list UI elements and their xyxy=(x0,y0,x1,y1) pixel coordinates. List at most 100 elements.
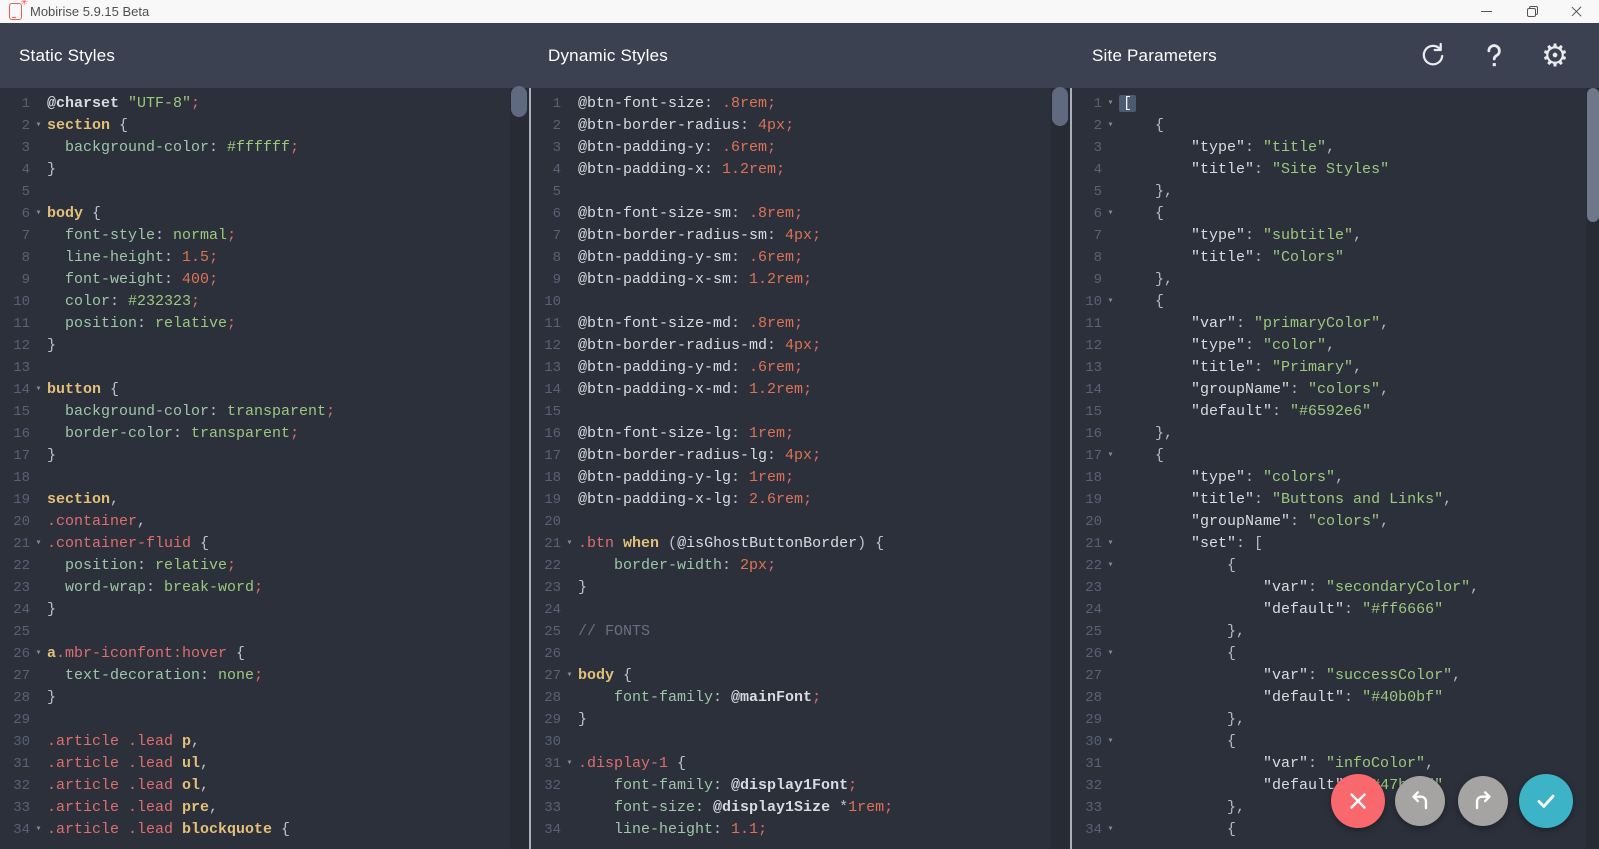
line-number: 20 xyxy=(531,511,561,533)
code-text: color: #232323; xyxy=(47,291,200,313)
code-line: 16@btn-font-size-lg: 1rem; xyxy=(531,423,1070,445)
fold-gutter xyxy=(1102,753,1119,775)
site-parameters-code[interactable]: 1▾[2▾ {3 "type": "title",4 "title": "Sit… xyxy=(1072,93,1599,841)
fold-gutter xyxy=(1102,709,1119,731)
code-text: .article .lead ol, xyxy=(47,775,209,797)
scrollbar-thumb-parameters[interactable] xyxy=(1587,88,1599,222)
cancel-button[interactable] xyxy=(1331,774,1385,828)
help-icon[interactable] xyxy=(1479,41,1509,71)
fold-marker[interactable]: ▾ xyxy=(1102,643,1119,665)
fold-marker[interactable]: ▾ xyxy=(1102,115,1119,137)
code-line: 33 font-size: @display1Size *1rem; xyxy=(531,797,1070,819)
titlebar: Mobirise 5.9.15 Beta xyxy=(0,0,1599,23)
site-parameters-editor[interactable]: 1▾[2▾ {3 "type": "title",4 "title": "Sit… xyxy=(1072,88,1599,849)
code-line: 11 "var": "primaryColor", xyxy=(1072,313,1599,335)
fold-gutter xyxy=(561,225,578,247)
restore-button[interactable] xyxy=(1509,0,1554,23)
code-text: "type": "colors", xyxy=(1119,467,1344,489)
line-number: 13 xyxy=(1072,357,1102,379)
fold-gutter xyxy=(30,753,47,775)
fold-gutter xyxy=(30,313,47,335)
fold-gutter xyxy=(30,621,47,643)
code-text: .article .lead ul, xyxy=(47,753,209,775)
redo-button[interactable] xyxy=(1458,776,1508,826)
line-number: 31 xyxy=(1072,753,1102,775)
fold-marker[interactable]: ▾ xyxy=(30,819,47,841)
code-line: 15 xyxy=(531,401,1070,423)
code-line: 24 "default": "#ff6666" xyxy=(1072,599,1599,621)
code-text: @btn-border-radius-md: 4px; xyxy=(578,335,821,357)
code-line: 18 xyxy=(0,467,529,489)
code-text: "default": "#40b0bf" xyxy=(1119,687,1443,709)
dynamic-styles-editor[interactable]: 1@btn-font-size: .8rem;2@btn-border-radi… xyxy=(531,88,1070,849)
line-number: 32 xyxy=(1072,775,1102,797)
code-line: 12@btn-border-radius-md: 4px; xyxy=(531,335,1070,357)
code-line: 13@btn-padding-y-md: .6rem; xyxy=(531,357,1070,379)
code-line: 31 "var": "infoColor", xyxy=(1072,753,1599,775)
code-text: @btn-padding-x-md: 1.2rem; xyxy=(578,379,812,401)
code-line: 10▾ { xyxy=(1072,291,1599,313)
fold-gutter xyxy=(1102,401,1119,423)
fold-marker[interactable]: ▾ xyxy=(1102,445,1119,467)
code-text: font-family: @mainFont; xyxy=(578,687,821,709)
static-styles-code[interactable]: 1@charset "UTF-8";2▾section {3 backgroun… xyxy=(0,93,529,841)
dynamic-styles-code[interactable]: 1@btn-font-size: .8rem;2@btn-border-radi… xyxy=(531,93,1070,841)
fold-marker[interactable]: ▾ xyxy=(30,203,47,225)
static-styles-editor[interactable]: 1@charset "UTF-8";2▾section {3 backgroun… xyxy=(0,88,529,849)
line-number: 27 xyxy=(1072,665,1102,687)
line-number: 33 xyxy=(0,797,30,819)
code-line: 16 }, xyxy=(1072,423,1599,445)
restore-icon xyxy=(1527,7,1537,17)
code-text: } xyxy=(47,687,56,709)
code-text: @btn-padding-x: 1.2rem; xyxy=(578,159,785,181)
fold-gutter xyxy=(561,511,578,533)
fold-marker[interactable]: ▾ xyxy=(1102,203,1119,225)
fold-marker[interactable]: ▾ xyxy=(1102,819,1119,841)
fold-gutter xyxy=(30,247,47,269)
code-text: }, xyxy=(1119,181,1173,203)
line-number: 16 xyxy=(1072,423,1102,445)
fold-gutter xyxy=(561,797,578,819)
code-line: 29 xyxy=(0,709,529,731)
line-number: 25 xyxy=(1072,621,1102,643)
code-line: 28 font-family: @mainFont; xyxy=(531,687,1070,709)
fold-marker[interactable]: ▾ xyxy=(561,753,578,775)
code-text: font-size: @display1Size *1rem; xyxy=(578,797,893,819)
fold-marker[interactable]: ▾ xyxy=(30,533,47,555)
fold-gutter xyxy=(1102,159,1119,181)
fold-marker[interactable]: ▾ xyxy=(30,643,47,665)
scrollbar-thumb-static[interactable] xyxy=(511,86,527,117)
app-title: Mobirise 5.9.15 Beta xyxy=(30,4,149,19)
fold-gutter xyxy=(1102,181,1119,203)
line-number: 22 xyxy=(531,555,561,577)
code-text: { xyxy=(1119,819,1236,841)
fold-marker[interactable]: ▾ xyxy=(1102,291,1119,313)
settings-gear-icon[interactable]: ⚙ xyxy=(1540,41,1570,71)
fold-marker[interactable]: ▾ xyxy=(561,533,578,555)
fold-gutter xyxy=(1102,621,1119,643)
minimize-button[interactable] xyxy=(1464,0,1509,23)
line-number: 12 xyxy=(0,335,30,357)
line-number: 19 xyxy=(0,489,30,511)
fold-gutter xyxy=(561,445,578,467)
close-button[interactable] xyxy=(1554,0,1599,23)
code-line: 22 position: relative; xyxy=(0,555,529,577)
line-number: 11 xyxy=(0,313,30,335)
undo-button[interactable] xyxy=(1395,776,1445,826)
line-number: 16 xyxy=(0,423,30,445)
scrollbar-thumb-dynamic[interactable] xyxy=(1052,87,1068,126)
apply-button[interactable] xyxy=(1519,774,1573,828)
fold-gutter xyxy=(30,489,47,511)
code-text: }, xyxy=(1119,621,1245,643)
fold-marker[interactable]: ▾ xyxy=(561,665,578,687)
line-number: 26 xyxy=(0,643,30,665)
fold-marker[interactable]: ▾ xyxy=(1102,555,1119,577)
fold-marker[interactable]: ▾ xyxy=(30,379,47,401)
window-controls xyxy=(1464,0,1599,23)
code-line: 10 color: #232323; xyxy=(0,291,529,313)
fold-marker[interactable]: ▾ xyxy=(1102,731,1119,753)
fold-marker[interactable]: ▾ xyxy=(30,115,47,137)
fold-marker[interactable]: ▾ xyxy=(1102,93,1119,115)
refresh-icon[interactable] xyxy=(1418,41,1448,71)
fold-marker[interactable]: ▾ xyxy=(1102,533,1119,555)
